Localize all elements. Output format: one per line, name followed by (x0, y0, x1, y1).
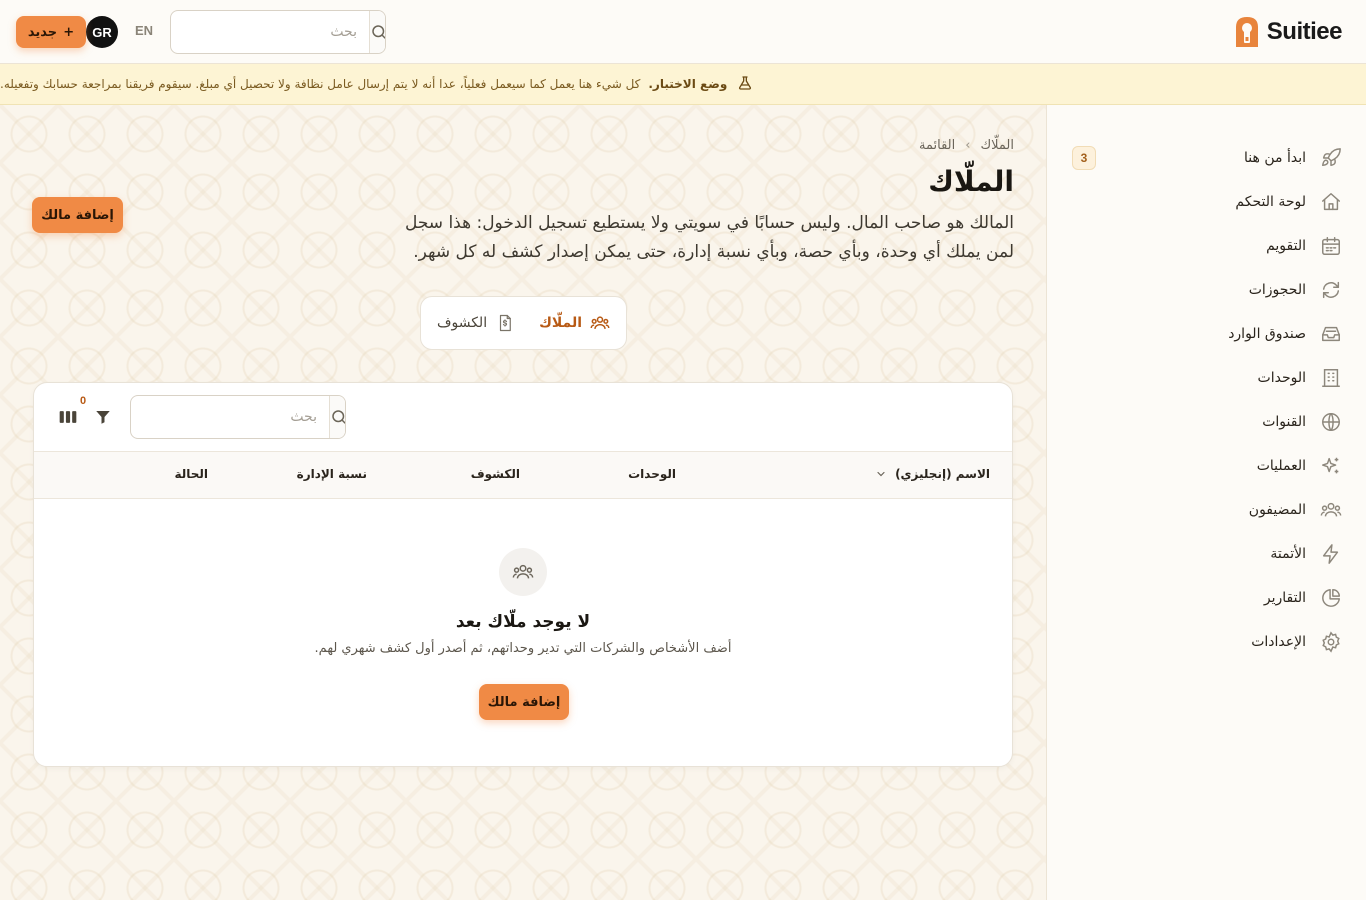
sidebar-item-bookings[interactable]: الحجوزات (1072, 272, 1342, 308)
search-icon[interactable] (329, 396, 345, 438)
sidebar-item-units[interactable]: الوحدات (1072, 360, 1342, 396)
search-icon[interactable] (369, 11, 385, 53)
rocket-icon (1320, 147, 1342, 169)
column-header-name[interactable]: الاسم (إنجليزي) (875, 467, 990, 481)
breadcrumb-item-list: القائمة (919, 138, 956, 153)
breadcrumb: الملّاك › القائمة (919, 138, 1014, 153)
sidebar-item-get-started[interactable]: 3 ابدأ من هنا (1072, 140, 1342, 176)
top-bar: Suitiee EN GR جديد + (0, 0, 1366, 64)
users-icon (1320, 499, 1342, 521)
table-header: الاسم (إنجليزي) الوحدات الكشوف نسبة الإد… (34, 451, 1012, 499)
language-toggle[interactable]: EN (135, 23, 153, 38)
sidebar-item-label: العمليات (1256, 458, 1306, 474)
banner-title: وضع الاختبار. (648, 77, 728, 91)
sidebar-item-inbox[interactable]: صندوق الوارد (1072, 316, 1342, 352)
avatar[interactable]: GR (86, 16, 118, 48)
sidebar-item-label: التقارير (1263, 590, 1306, 606)
gear-icon (1320, 631, 1342, 653)
brand-name: Suitiee (1266, 18, 1343, 45)
chevron-down-icon (877, 471, 885, 477)
banner-text: كل شيء هنا يعمل كما سيعمل فعلياً، عدا أن… (0, 77, 641, 91)
pie-chart-icon (1320, 587, 1342, 609)
table-search-input[interactable] (131, 396, 329, 438)
columns-icon[interactable] (56, 405, 80, 429)
column-header-statements[interactable]: الكشوف (471, 467, 520, 481)
sidebar-item-label: صندوق الوارد (1228, 326, 1306, 342)
chevron-left-icon: › (965, 138, 971, 153)
notification-badge: 3 (1072, 146, 1096, 170)
sidebar-item-channels[interactable]: القنوات (1072, 404, 1342, 440)
globe-icon (1320, 411, 1342, 433)
sidebar-item-settings[interactable]: الإعدادات (1072, 624, 1342, 660)
sidebar-item-calendar[interactable]: التقويم (1072, 228, 1342, 264)
building-icon (1320, 367, 1342, 389)
filter-count-badge: 0 (80, 395, 87, 407)
bolt-icon (1320, 543, 1342, 565)
statement-icon (495, 313, 515, 333)
column-header-units[interactable]: الوحدات (628, 467, 676, 481)
column-header-label: الاسم (إنجليزي) (895, 467, 990, 481)
tab-label: الكشوف (436, 315, 488, 331)
plus-icon: + (63, 24, 75, 40)
sidebar-item-label: الوحدات (1257, 370, 1306, 386)
brand[interactable]: Suitiee (1233, 14, 1343, 50)
page-title: الملّاك (928, 165, 1014, 198)
page-description: المالك هو صاحب المال. وليس حسابًا في سوي… (404, 213, 1014, 262)
sparkles-icon (1320, 455, 1342, 477)
breadcrumb-item-owners[interactable]: الملّاك (980, 138, 1014, 153)
column-header-status[interactable]: الحالة (174, 467, 208, 481)
new-button-label: جديد (27, 24, 58, 40)
sidebar-item-reports[interactable]: التقارير (1072, 580, 1342, 616)
users-icon (499, 548, 547, 596)
sidebar-item-label: القنوات (1262, 414, 1306, 430)
sidebar-item-label: ابدأ من هنا (1244, 150, 1306, 166)
sidebar-item-operations[interactable]: العمليات (1072, 448, 1342, 484)
sidebar: 3 ابدأ من هنا لوحة التحكم التقويم الحجوز… (1046, 105, 1366, 900)
sidebar-item-label: لوحة التحكم (1235, 194, 1306, 210)
sidebar-item-label: الأتمتة (1270, 546, 1306, 562)
inbox-icon (1320, 323, 1342, 345)
brand-logo-icon (1233, 15, 1261, 49)
test-mode-banner: وضع الاختبار. كل شيء هنا يعمل كما سيعمل … (0, 64, 1366, 105)
refresh-icon (1320, 279, 1342, 301)
tabs: الملّاك الكشوف (420, 296, 627, 350)
owners-table-card: 0 الاسم (إنجليزي) الوحدات الكشوف نسبة ال… (33, 382, 1013, 767)
sidebar-item-label: الحجوزات (1248, 282, 1306, 298)
empty-state-description: أضف الأشخاص والشركات التي تدير وحداتهم، … (314, 641, 732, 656)
empty-state-title: لا يوجد ملّاك بعد (455, 612, 591, 632)
calendar-icon (1320, 235, 1342, 257)
main-content: الملّاك › القائمة الملّاك المالك هو صاحب… (0, 105, 1046, 900)
add-owner-button[interactable]: إضافة مالك (32, 197, 123, 233)
global-search[interactable] (170, 10, 386, 54)
users-icon (590, 313, 610, 333)
tab-statements[interactable]: الكشوف (427, 305, 525, 341)
sidebar-item-label: المضيفون (1248, 502, 1306, 518)
filter-icon[interactable] (92, 405, 114, 429)
sidebar-item-hosts[interactable]: المضيفون (1072, 492, 1342, 528)
tab-owners[interactable]: الملّاك (529, 305, 620, 341)
empty-state-add-owner-button[interactable]: إضافة مالك (479, 684, 569, 720)
home-icon (1320, 191, 1342, 213)
new-button[interactable]: جديد + (16, 16, 86, 48)
tab-label: الملّاك (539, 315, 582, 331)
column-header-management-rate[interactable]: نسبة الإدارة (297, 467, 367, 481)
sidebar-item-dashboard[interactable]: لوحة التحكم (1072, 184, 1342, 220)
sidebar-item-automation[interactable]: الأتمتة (1072, 536, 1342, 572)
table-search[interactable] (130, 395, 346, 439)
flask-icon (735, 75, 753, 93)
sidebar-item-label: الإعدادات (1251, 634, 1306, 650)
global-search-input[interactable] (171, 11, 369, 53)
sidebar-item-label: التقويم (1266, 238, 1306, 254)
